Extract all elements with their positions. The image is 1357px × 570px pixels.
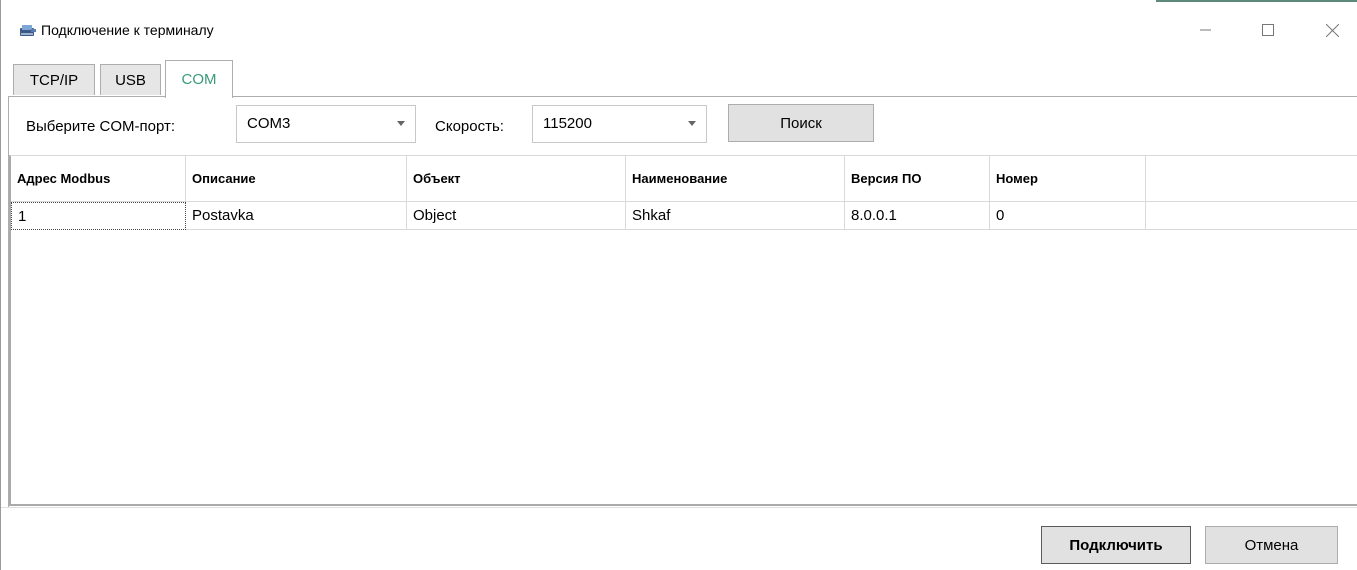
devices-grid: Адрес Modbus Описание Объект Наименовани…	[9, 155, 1357, 506]
window-title: Подключение к терминалу	[41, 22, 214, 38]
tab-tcp-ip[interactable]: TCP/IP	[13, 64, 95, 95]
minimize-icon	[1200, 29, 1211, 31]
connection-dialog: Подключение к терминалу TCP/IP USB COM В…	[0, 0, 1357, 570]
column-header-firmware-version[interactable]: Версия ПО	[845, 156, 990, 202]
table-row-cell-name[interactable]: Shkaf	[626, 202, 845, 230]
column-header-description[interactable]: Описание	[186, 156, 407, 202]
table-row-cell-modbus-address[interactable]: 1	[11, 202, 186, 230]
table-row-cell-object[interactable]: Object	[407, 202, 626, 230]
speed-select[interactable]: 115200	[532, 105, 707, 143]
minimize-button[interactable]	[1183, 13, 1229, 47]
close-icon	[1325, 23, 1339, 37]
speed-value: 115200	[543, 115, 592, 132]
tab-com[interactable]: COM	[165, 60, 233, 98]
search-button[interactable]: Поиск	[728, 104, 874, 142]
table-row-cell-description[interactable]: Postavka	[186, 202, 407, 230]
chevron-down-icon	[688, 121, 696, 126]
tab-usb[interactable]: USB	[100, 64, 161, 95]
maximize-button[interactable]	[1245, 13, 1291, 47]
maximize-icon	[1262, 24, 1274, 36]
close-button[interactable]	[1309, 13, 1355, 47]
com-port-value: COM3	[247, 115, 291, 132]
footer-divider	[1, 507, 1357, 508]
com-port-select[interactable]: COM3	[236, 105, 416, 143]
row-filler	[1146, 202, 1357, 230]
column-header-object[interactable]: Объект	[407, 156, 626, 202]
column-header-name[interactable]: Наименование	[626, 156, 845, 202]
speed-label: Скорость:	[435, 118, 504, 135]
title-bar[interactable]: Подключение к терминалу	[1, 0, 1357, 56]
table-row-cell-number[interactable]: 0	[990, 202, 1146, 230]
terminal-connection-icon	[20, 25, 36, 36]
table-row-cell-firmware-version[interactable]: 8.0.0.1	[845, 202, 990, 230]
column-header-modbus-address[interactable]: Адрес Modbus	[11, 156, 186, 202]
chevron-down-icon	[397, 121, 405, 126]
column-header-number[interactable]: Номер	[990, 156, 1146, 202]
com-port-label: Выберите COM-порт:	[26, 118, 175, 135]
connect-button[interactable]: Подключить	[1041, 526, 1191, 564]
header-filler	[1146, 156, 1357, 202]
cancel-button[interactable]: Отмена	[1205, 526, 1338, 564]
